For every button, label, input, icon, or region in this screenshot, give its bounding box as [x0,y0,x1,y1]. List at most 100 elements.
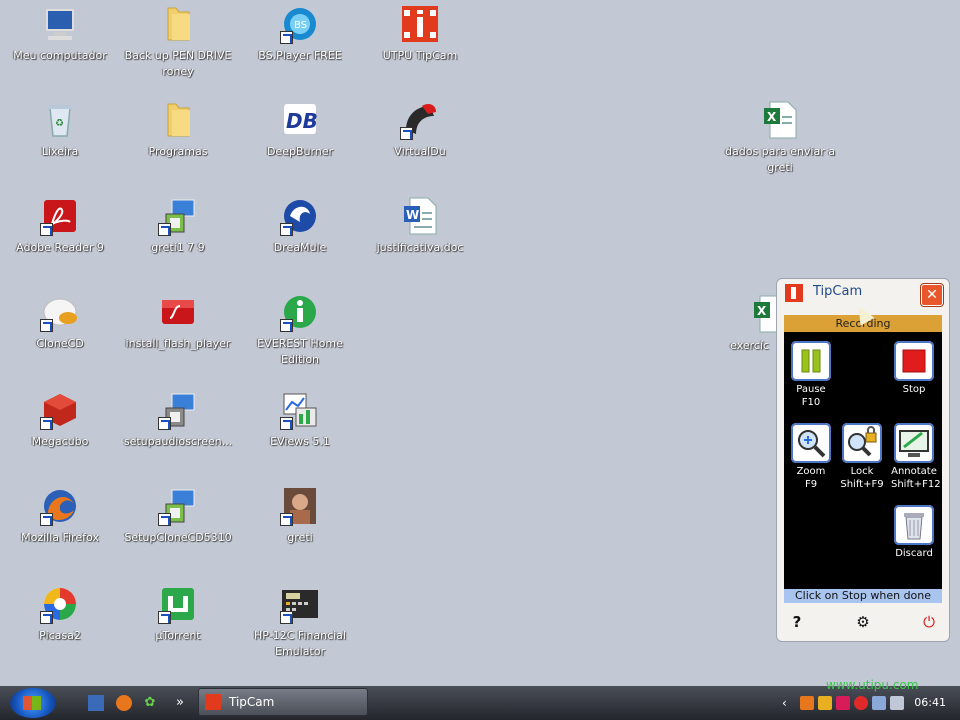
deepburner-icon: DB [280,100,320,140]
desktop-icon-programas[interactable]: Programas [118,100,238,160]
icon-label: HP-12C Financial Emulator [254,629,346,658]
flash-installer-icon [158,292,198,332]
tipcam-logo-icon [785,284,803,302]
icon-label: greti [287,531,313,544]
icon-label: VirtualDu [394,145,446,158]
desktop-icon-hp12c[interactable]: HP-12C Financial Emulator [240,584,360,660]
clock[interactable]: 06:41 [914,696,946,709]
stop-button[interactable]: Stop [891,341,937,396]
adobe-reader-icon [40,196,80,236]
settings-button[interactable]: ⚙ [853,613,873,631]
help-icon: ? [792,613,802,631]
taskbar-button-tipcam[interactable]: TipCam [198,688,368,716]
shortcut-arrow-icon [280,417,293,430]
installer-icon [158,486,198,526]
photo-icon [280,486,320,526]
lock-shortcut: Shift+F9 [840,479,884,490]
shield-tray-icon[interactable] [854,696,868,710]
folder-icon [158,100,198,140]
check-tray-icon[interactable] [836,696,850,710]
network-tray-icon[interactable] [872,696,886,710]
desktop-icon-adobe-reader[interactable]: Adobe Reader 9 [0,196,120,256]
desktop-icon-setupclonecd[interactable]: SetupCloneCD5310 [118,486,238,546]
tipcam-titlebar[interactable]: TipCam ✕ [781,281,945,306]
annotate-button[interactable]: Annotate Shift+F12 [891,423,941,491]
desktop-icon-dados-para-enviar[interactable]: X dados para enviar a greti [720,100,840,176]
calculator-icon [280,584,320,624]
cube-icon [40,390,80,430]
annotate-label: Annotate [891,466,937,477]
firefox-icon [40,486,80,526]
virtualdub-icon [400,100,440,140]
chevron-left-icon[interactable]: ‹ [782,696,796,710]
firefox-quicklaunch-icon[interactable] [116,695,132,711]
show-desktop-icon[interactable] [88,695,104,711]
desktop-icon-eviews[interactable]: EViews 5.1 [240,390,360,450]
recycle-bin-icon: ♻ [40,100,80,140]
tipcam-window[interactable]: TipCam ✕ Recording Pause F10 Stop Zoom F… [776,278,950,642]
messenger-quicklaunch-icon[interactable]: ✿ [142,695,158,711]
desktop-icon-install-flash-player[interactable]: install_flash_player [118,292,238,352]
desktop-icon-virtualdub[interactable]: VirtualDu [360,100,480,160]
desktop-icon-justificativa-doc[interactable]: W justificativa.doc [360,196,480,256]
desktop-icon-setupaudioscreen[interactable]: setupaudioscreen... [118,390,238,450]
picasa-icon [40,584,80,624]
desktop-icon-lixeira[interactable]: ♻ Lixeira [0,100,120,160]
desktop-icon-backup-pen-drive[interactable]: Back up PEN DRIVE roney [118,4,238,80]
shortcut-arrow-icon [158,417,171,430]
icon-label: justificativa.doc [376,241,464,254]
lock-button[interactable]: Lock Shift+F9 [839,423,885,491]
desktop-icon-utorrent[interactable]: µTorrent [118,584,238,644]
svg-text:X: X [757,304,767,318]
tipcam-tray-icon[interactable] [800,696,814,710]
zoom-lock-icon [842,423,882,463]
icon-label: Meu computador [13,49,107,62]
gear-icon: ⚙ [856,613,870,631]
shortcut-arrow-icon [40,611,53,624]
pause-button[interactable]: Pause F10 [788,341,834,409]
tipcam-toolbar: ? ⚙ ⏻ [777,609,949,635]
tipcam-controls-panel: Recording Pause F10 Stop Zoom F9 Lock Sh… [784,315,942,603]
desktop-icon-utipu-tipcam[interactable]: UTPU TipCam [360,4,480,64]
dreamule-icon [280,196,320,236]
power-button[interactable]: ⏻ [919,613,939,631]
desktop-icon-everest[interactable]: EVEREST Home Edition [240,292,360,368]
desktop-icon-clonecd[interactable]: CloneCD [0,292,120,352]
chart-tray-icon[interactable] [818,696,832,710]
stop-label: Stop [902,384,926,395]
desktop-icon-meu-computador[interactable]: Meu computador [0,4,120,64]
utorrent-icon [158,584,198,624]
desktop-icon-megacubo[interactable]: Megacubo [0,390,120,450]
discard-button[interactable]: Discard [891,505,937,560]
discard-label: Discard [895,548,933,559]
word-document-icon: W [400,196,440,236]
installer-icon [158,390,198,430]
icon-label: SetupCloneCD5310 [124,531,232,544]
zoom-button[interactable]: Zoom F9 [788,423,834,491]
desktop-icon-greti[interactable]: greti [240,486,360,546]
desktop-icon-bsplayer[interactable]: BS BS.Player FREE [240,4,360,64]
start-button[interactable] [10,688,56,718]
desktop-icon-dreamule[interactable]: DreaMule [240,196,360,256]
help-button[interactable]: ? [787,613,807,631]
pause-icon [791,341,831,381]
volume-tray-icon[interactable] [890,696,904,710]
desktop-icon-firefox[interactable]: Mozilla Firefox [0,486,120,546]
icon-label: UTPU TipCam [382,49,458,62]
icon-label: DeepBurner [266,145,334,158]
shortcut-arrow-icon [40,513,53,526]
desktop-icon-greti-179[interactable]: greti1 7 9 [118,196,238,256]
taskbar-button-label: TipCam [229,695,275,709]
tipcam-title: TipCam [813,284,863,299]
shortcut-arrow-icon [280,223,293,236]
close-button[interactable]: ✕ [921,284,943,306]
icon-label: Back up PEN DRIVE roney [124,49,232,78]
desktop-icon-deepburner[interactable]: DB DeepBurner [240,100,360,160]
icon-label: Megacubo [31,435,89,448]
desktop-icon-picasa[interactable]: Picasa2 [0,584,120,644]
shortcut-arrow-icon [280,611,293,624]
chevron-right-icon[interactable]: » [172,695,188,711]
icon-label: dados para enviar a greti [725,145,835,174]
stop-hint: Click on Stop when done [784,589,942,603]
shortcut-arrow-icon [40,319,53,332]
